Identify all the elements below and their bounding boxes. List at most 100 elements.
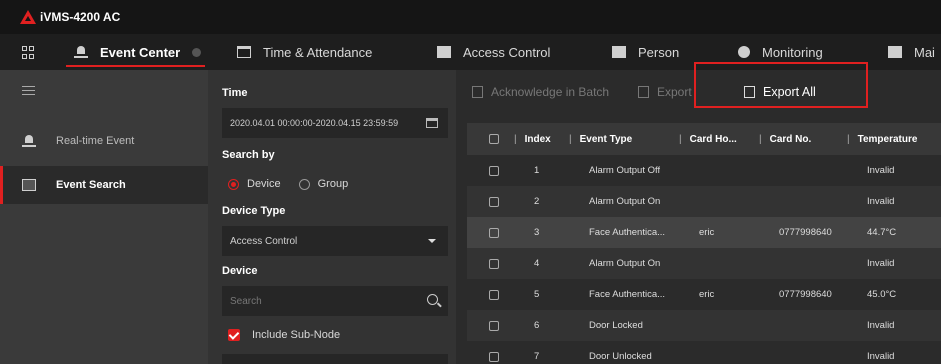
- sidebar-item-label: Event Search: [56, 179, 126, 191]
- cell-event-type: Face Authentica...: [589, 227, 666, 238]
- search-by-label: Search by: [222, 149, 275, 161]
- cell-event-type: Door Locked: [589, 320, 643, 331]
- app-logo-icon: [20, 10, 36, 24]
- include-subnode-label: Include Sub-Node: [252, 329, 341, 341]
- table-row[interactable]: 2 Alarm Output On Invalid: [467, 186, 941, 217]
- cell-card-holder: eric: [699, 227, 715, 238]
- tab-label: Person: [638, 44, 680, 60]
- cell-index: 1: [534, 165, 540, 176]
- tab-label: Event Center: [100, 44, 181, 60]
- cell-temperature: Invalid: [867, 320, 895, 331]
- tab-label: Time & Attendance: [263, 44, 373, 60]
- export-button[interactable]: Export: [638, 85, 692, 99]
- table-row[interactable]: 7 Door Unlocked Invalid: [467, 341, 941, 364]
- device-type-value: Access Control: [230, 235, 298, 247]
- tab-label: Mai: [914, 44, 935, 60]
- table-row[interactable]: 6 Door Locked Invalid: [467, 310, 941, 341]
- maintenance-icon: [888, 46, 902, 58]
- column-header-temperature[interactable]: | Temperature: [847, 123, 917, 155]
- cell-card-no: 0777998640: [779, 227, 832, 238]
- chevron-down-icon: [428, 239, 436, 243]
- monitoring-icon: [738, 46, 750, 58]
- time-label: Time: [222, 87, 248, 99]
- app-title: iVMS-4200 AC: [40, 10, 121, 24]
- radio-device-label: Device: [247, 178, 281, 190]
- row-checkbox[interactable]: [489, 258, 499, 269]
- cell-index: 2: [534, 196, 540, 207]
- row-checkbox[interactable]: [489, 289, 499, 300]
- tab-label: Access Control: [463, 44, 551, 60]
- radio-group-label: Group: [317, 178, 349, 190]
- table-body: 1 Alarm Output Off Invalid 2 Alarm Output On…: [467, 155, 941, 364]
- menu-collapse-icon[interactable]: [22, 86, 35, 98]
- row-checkbox[interactable]: [489, 227, 499, 238]
- column-header-card-holder[interactable]: | Card Ho...: [679, 123, 737, 155]
- include-subnode-checkbox[interactable]: [228, 329, 240, 341]
- device-list-box[interactable]: [222, 354, 448, 364]
- search-icon[interactable]: [427, 294, 438, 305]
- tab-event-center[interactable]: Event Center: [65, 34, 206, 70]
- device-search-placeholder: Search: [230, 295, 262, 307]
- table-row[interactable]: 4 Alarm Output On Invalid: [467, 248, 941, 279]
- radio-group[interactable]: [298, 178, 310, 190]
- cell-temperature: Invalid: [867, 196, 895, 207]
- tab-maintenance[interactable]: Mai: [888, 34, 935, 70]
- cell-card-holder: eric: [699, 289, 715, 300]
- acknowledge-label: Acknowledge in Batch: [491, 85, 610, 99]
- event-table: | Index | Event Type | Card Ho... | Card No.…: [467, 123, 941, 364]
- sidebar-item-event-search[interactable]: Event Search: [0, 166, 208, 204]
- table-row[interactable]: 3 Face Authentica... eric 0777998640 44.7°C: [467, 217, 941, 248]
- row-checkbox[interactable]: [489, 351, 499, 362]
- device-type-select[interactable]: Access Control: [222, 226, 448, 256]
- select-all-checkbox[interactable]: [489, 134, 499, 144]
- cell-temperature: Invalid: [867, 165, 895, 176]
- cell-temperature: 45.0°C: [867, 289, 897, 300]
- row-checkbox[interactable]: [489, 320, 499, 331]
- column-header-card-no[interactable]: | Card No.: [759, 123, 811, 155]
- cell-index: 3: [534, 227, 540, 238]
- search-by-radio-group: Device Group: [228, 178, 366, 190]
- acknowledge-icon: [472, 86, 483, 98]
- table-row[interactable]: 1 Alarm Output Off Invalid: [467, 155, 941, 186]
- close-tab-icon[interactable]: [192, 47, 202, 57]
- event-search-icon: [22, 179, 36, 191]
- event-center-icon: [74, 46, 88, 58]
- tab-label: Monitoring: [762, 44, 823, 60]
- time-range-value: 2020.04.01 00:00:00-2020.04.15 23:59:59: [230, 118, 399, 128]
- device-search-input[interactable]: Search: [222, 286, 448, 316]
- cell-temperature: Invalid: [867, 258, 895, 269]
- export-label: Export: [657, 85, 692, 99]
- row-checkbox[interactable]: [489, 165, 499, 176]
- cell-event-type: Alarm Output On: [589, 258, 661, 269]
- cell-event-type: Face Authentica...: [589, 289, 666, 300]
- sidebar-item-realtime-event[interactable]: Real-time Event: [0, 122, 208, 160]
- tab-person[interactable]: Person: [612, 34, 679, 70]
- acknowledge-in-batch-button[interactable]: Acknowledge in Batch: [472, 85, 609, 99]
- column-header-index[interactable]: | Index: [514, 123, 551, 155]
- include-subnode-checkbox-row[interactable]: Include Sub-Node: [228, 329, 340, 341]
- radio-device[interactable]: [228, 178, 239, 190]
- calendar-icon: [237, 46, 251, 58]
- export-all-highlight-box: [694, 62, 868, 108]
- person-icon: [612, 46, 626, 58]
- tab-time-attendance[interactable]: Time & Attendance: [237, 34, 372, 70]
- apps-grid-icon[interactable]: [22, 46, 35, 59]
- row-checkbox[interactable]: [489, 196, 499, 207]
- table-row[interactable]: 5 Face Authentica... eric 0777998640 45.0°C: [467, 279, 941, 310]
- cell-index: 5: [534, 289, 540, 300]
- cell-temperature: Invalid: [867, 351, 895, 362]
- cell-index: 7: [534, 351, 540, 362]
- calendar-icon[interactable]: [426, 118, 438, 128]
- access-control-icon: [437, 46, 451, 58]
- cell-event-type: Alarm Output Off: [589, 165, 661, 176]
- time-range-field[interactable]: 2020.04.01 00:00:00-2020.04.15 23:59:59: [222, 108, 448, 138]
- tab-access-control[interactable]: Access Control: [437, 34, 550, 70]
- device-label: Device: [222, 265, 258, 277]
- device-type-label: Device Type: [222, 205, 286, 217]
- title-bar: iVMS-4200 AC: [0, 0, 941, 34]
- realtime-event-icon: [22, 135, 36, 147]
- export-icon: [638, 86, 649, 98]
- search-filter-panel: Time 2020.04.01 00:00:00-2020.04.15 23:5…: [208, 70, 456, 364]
- results-area: Acknowledge in Batch Export Export All |…: [456, 62, 941, 364]
- column-header-event-type[interactable]: | Event Type: [569, 123, 632, 155]
